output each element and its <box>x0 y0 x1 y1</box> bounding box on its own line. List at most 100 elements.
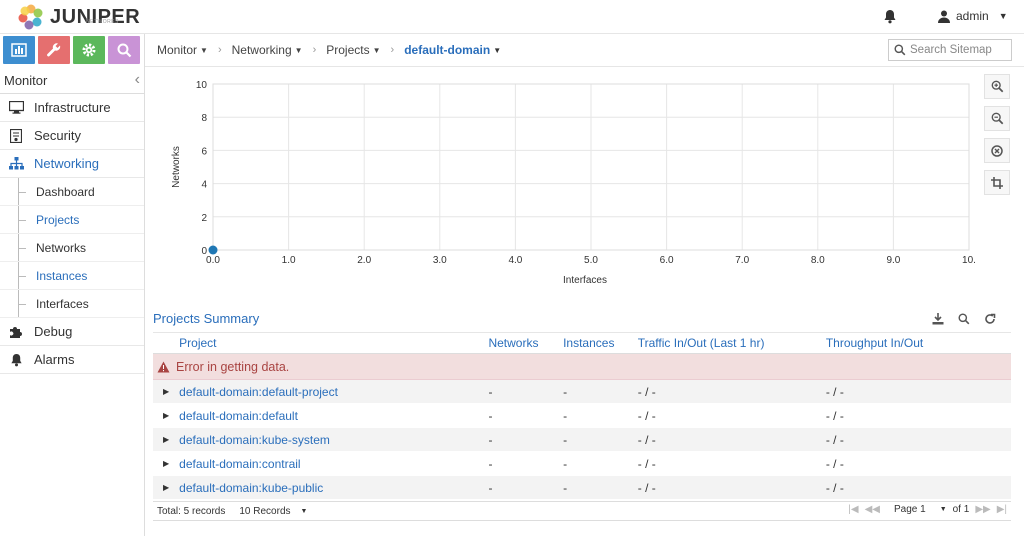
breadcrumb-projects[interactable]: Projects ▼ <box>326 43 380 57</box>
brand-sub: NETWORKS <box>86 19 119 25</box>
chart-tools <box>984 74 1010 202</box>
cell-throughput: - / - <box>825 480 844 495</box>
first-page-icon[interactable]: |◀ <box>848 504 858 515</box>
sidebar-item-label: Infrastructure <box>34 100 111 115</box>
sidebar-item-alarms[interactable]: Alarms <box>0 346 144 374</box>
column-header-instances[interactable]: Instances <box>563 336 638 350</box>
page-size-label: 10 Records <box>239 505 291 517</box>
collapse-sidebar-icon[interactable]: ‹ <box>135 71 140 89</box>
table-row[interactable]: ▶ default-domain:default - - - / -- / - <box>153 404 1011 428</box>
download-icon[interactable] <box>932 313 944 328</box>
column-header-networks[interactable]: Networks <box>488 336 563 350</box>
configure-nav-button[interactable] <box>38 36 70 64</box>
sidebar-item-infrastructure[interactable]: Infrastructure <box>0 94 144 122</box>
username: admin <box>956 9 989 23</box>
breadcrumb-networking[interactable]: Networking ▼ <box>232 43 303 57</box>
zoom-out-icon <box>991 112 1003 125</box>
page-count: of 1 <box>952 504 970 515</box>
cell-instances: - <box>563 384 568 399</box>
sidebar-item-security[interactable]: Security <box>0 122 144 150</box>
expand-row-icon[interactable]: ▶ <box>153 483 179 492</box>
error-banner: Error in getting data. <box>153 354 1011 380</box>
sidebar-subitem-projects[interactable]: Projects <box>0 206 144 234</box>
table-row[interactable]: ▶ default-domain:kube-public - - - / -- / - <box>153 476 1011 500</box>
column-header-project[interactable]: Project <box>179 336 488 350</box>
chevron-down-icon: ▼ <box>998 11 1008 21</box>
nav-buttons <box>0 34 144 67</box>
breadcrumb-monitor[interactable]: Monitor ▼ <box>157 43 208 57</box>
query-nav-button[interactable] <box>108 36 140 64</box>
bell-icon <box>8 353 24 367</box>
breadcrumb-label: Monitor <box>157 43 198 57</box>
x-tick-label: 6.0 <box>660 255 674 266</box>
breadcrumb-separator-icon: › <box>390 44 395 56</box>
cell-traffic: - / - <box>637 408 656 423</box>
juniper-logo[interactable]: JUNIPER <box>18 2 140 32</box>
table-row[interactable]: ▶ default-domain:kube-system - - - / -- / - <box>153 428 1011 452</box>
cell-networks: - <box>488 384 493 399</box>
table-row[interactable]: ▶ default-domain:default-project - - - / -- … <box>153 380 1011 404</box>
chart-svg: 02468100.0 1.0 2.0 3.0 4.0 5.0 6.0 7.0 8.0 9.0 10.… <box>171 80 976 286</box>
y-tick-label: 4 <box>201 180 207 191</box>
cell-project[interactable]: default-domain:kube-public <box>179 481 488 495</box>
x-tick-label: 5.0 <box>584 255 598 266</box>
expand-row-icon[interactable]: ▶ <box>153 459 179 468</box>
breadcrumb-separator-icon: › <box>217 44 222 56</box>
projects-grid: Project Networks Instances Traffic In/Ou… <box>153 332 1011 500</box>
x-tick-label: 3.0 <box>433 255 447 266</box>
x-tick-label: 9.0 <box>886 255 900 266</box>
scatter-chart[interactable]: 0 2 4 6 8 10 0.0 1.0 2.0 3.0 4.0 5.0 6.0 7.0 8.0 9.0 10.… <box>145 67 985 299</box>
breadcrumb-label: Networking <box>231 43 292 57</box>
sidebar-subitem-dashboard[interactable]: Dashboard <box>0 178 144 206</box>
breadcrumb-domain[interactable]: default-domain ▼ <box>404 43 501 57</box>
sidebar-subitem-networks[interactable]: Networks <box>0 234 144 262</box>
grid-rows: ▶ default-domain:default-project - - - / -- … <box>153 380 1011 500</box>
bar-chart-icon <box>11 43 27 57</box>
total-records: Total: 5 records <box>157 505 226 517</box>
next-page-icon[interactable]: ▶▶ <box>975 504 990 515</box>
refresh-icon[interactable] <box>984 313 996 328</box>
column-header-throughput[interactable]: Throughput In/Out <box>826 336 1011 350</box>
cell-networks: - <box>488 480 493 495</box>
user-menu[interactable]: admin ▼ <box>938 9 1008 23</box>
notifications-bell-icon[interactable] <box>883 9 897 27</box>
y-axis-label: Networks <box>171 146 182 188</box>
page-select[interactable]: Page 1 ▼ <box>894 504 947 515</box>
expand-row-icon[interactable]: ▶ <box>153 411 179 420</box>
reset-zoom-button[interactable] <box>984 138 1010 163</box>
settings-nav-button[interactable] <box>73 36 105 64</box>
caret-down-icon: ▼ <box>300 507 308 515</box>
last-page-icon[interactable]: ▶| <box>997 504 1007 515</box>
cell-instances: - <box>563 408 568 423</box>
x-axis-label: Interfaces <box>563 275 607 286</box>
expand-row-icon[interactable]: ▶ <box>153 387 179 396</box>
warning-icon <box>157 361 170 372</box>
expand-row-icon[interactable]: ▶ <box>153 435 179 444</box>
cell-project[interactable]: default-domain:default <box>179 409 488 423</box>
prev-page-icon[interactable]: ◀◀ <box>865 504 880 515</box>
cell-traffic: - / - <box>637 456 656 471</box>
sidebar-subitem-interfaces[interactable]: Interfaces <box>0 290 144 318</box>
cell-project[interactable]: default-domain:default-project <box>179 385 488 399</box>
zoom-out-button[interactable] <box>984 106 1010 131</box>
monitor-nav-button[interactable] <box>3 36 35 64</box>
crop-button[interactable] <box>984 170 1010 195</box>
search-icon[interactable] <box>958 313 970 328</box>
search-icon <box>117 43 131 57</box>
sidebar-subitem-instances[interactable]: Instances <box>0 262 144 290</box>
sidebar-item-debug[interactable]: Debug <box>0 318 144 346</box>
column-header-traffic[interactable]: Traffic In/Out (Last 1 hr) <box>638 336 826 350</box>
page-size-select[interactable]: 10 Records ▼ <box>239 506 307 517</box>
y-tick-label: 8 <box>201 113 207 124</box>
y-tick-label: 10 <box>196 80 208 91</box>
y-tick-label: 6 <box>201 146 207 157</box>
table-row[interactable]: ▶ default-domain:contrail - - - / -- / - <box>153 452 1011 476</box>
sidebar-item-networking[interactable]: Networking <box>0 150 144 178</box>
cell-project[interactable]: default-domain:kube-system <box>179 433 488 447</box>
error-message: Error in getting data. <box>176 359 290 374</box>
cell-project[interactable]: default-domain:contrail <box>179 457 488 471</box>
monitor-icon <box>8 101 24 114</box>
security-icon <box>8 128 24 143</box>
search-sitemap-input[interactable] <box>910 44 1010 56</box>
zoom-in-button[interactable] <box>984 74 1010 99</box>
